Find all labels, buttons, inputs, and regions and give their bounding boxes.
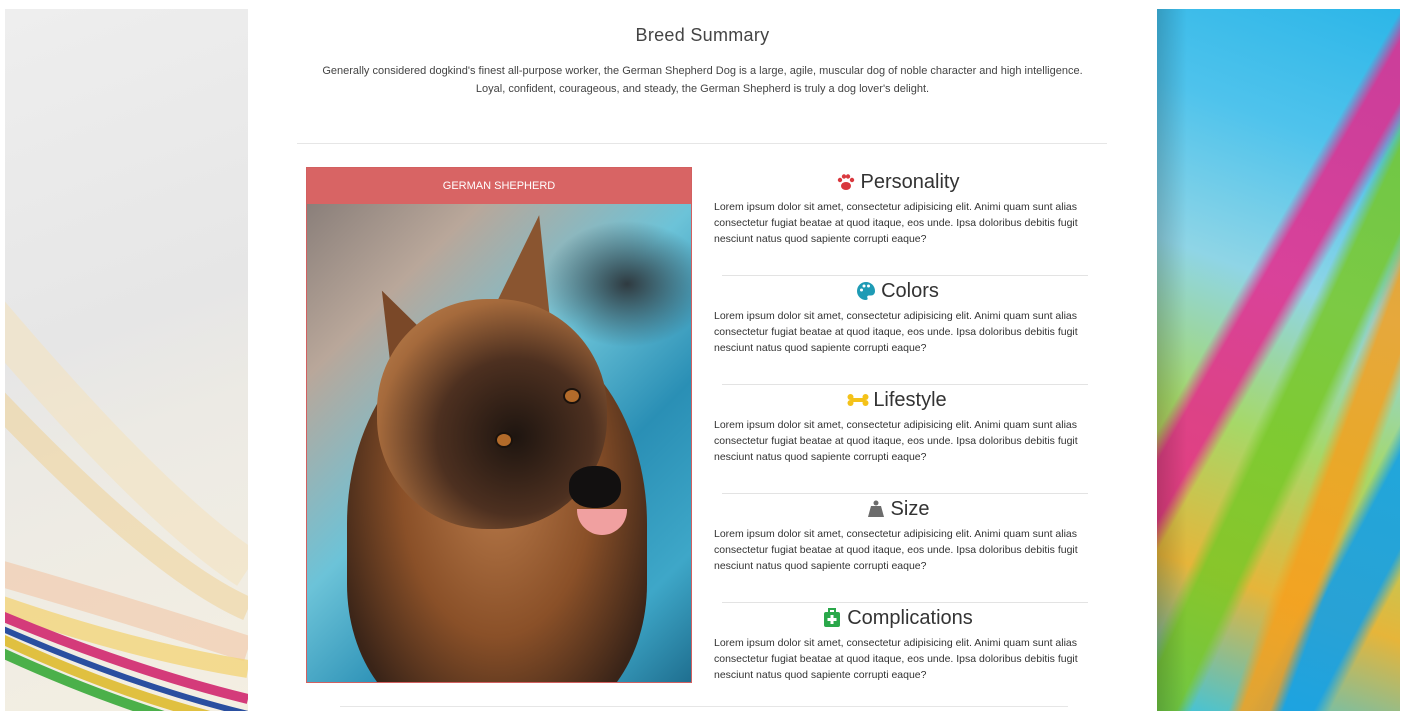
breed-summary-text: Generally considered dogkind's finest al… (298, 62, 1107, 98)
section-title: Complications (847, 606, 973, 629)
breed-summary-title: Breed Summary (635, 25, 770, 45)
section-text: Lorem ipsum dolor sit amet, consectetur … (714, 201, 1078, 245)
dog-nose (569, 466, 621, 508)
medkit-icon (821, 607, 843, 629)
breed-sections: Personality Lorem ipsum dolor sit amet, … (714, 167, 1088, 712)
breed-summary-line-1: Generally considered dogkind's finest al… (322, 65, 1083, 77)
main-content: Breed Summary Generally considered dogki… (248, 9, 1157, 711)
bone-icon (847, 389, 869, 411)
section-title: Size (890, 497, 930, 520)
left-decorative-background (5, 9, 248, 711)
breed-card: GERMAN SHEPHERD (306, 167, 692, 683)
divider (722, 602, 1088, 603)
german-shepherd-photo (307, 204, 691, 682)
divider (722, 384, 1088, 385)
right-decorative-background (1157, 9, 1400, 711)
section-title: Lifestyle (873, 388, 947, 411)
palette-icon (855, 280, 877, 302)
divider (722, 493, 1088, 494)
section-heading: Complications (714, 604, 1080, 632)
section-size: Size Lorem ipsum dolor sit amet, consect… (714, 495, 1088, 603)
breed-card-header: GERMAN SHEPHERD (307, 168, 691, 204)
section-heading: Personality (714, 168, 1080, 196)
section-text: Lorem ipsum dolor sit amet, consectetur … (714, 637, 1078, 681)
section-lifestyle: Lifestyle Lorem ipsum dolor sit amet, co… (714, 386, 1088, 494)
dog-eye (497, 434, 511, 446)
divider (722, 275, 1088, 276)
breed-summary-line-2: Loyal, confident, courageous, and steady… (475, 83, 930, 95)
section-heading: Lifestyle (714, 386, 1080, 414)
section-complications: Complications Lorem ipsum dolor sit amet… (714, 604, 1080, 712)
left-rainbow-swirl (5, 301, 248, 711)
section-personality: Personality Lorem ipsum dolor sit amet, … (714, 168, 1088, 276)
section-text: Lorem ipsum dolor sit amet, consectetur … (714, 419, 1078, 463)
section-title: Colors (881, 279, 939, 302)
divider (340, 706, 1068, 707)
divider (297, 143, 1107, 144)
section-heading: Size (714, 495, 1080, 523)
section-title: Personality (860, 170, 960, 193)
paw-icon (835, 171, 857, 193)
weight-icon (865, 498, 887, 520)
dog-eye (565, 390, 579, 402)
section-text: Lorem ipsum dolor sit amet, consectetur … (714, 528, 1078, 572)
section-text: Lorem ipsum dolor sit amet, consectetur … (714, 310, 1078, 354)
section-heading: Colors (714, 277, 1080, 305)
section-colors: Colors Lorem ipsum dolor sit amet, conse… (714, 277, 1088, 385)
